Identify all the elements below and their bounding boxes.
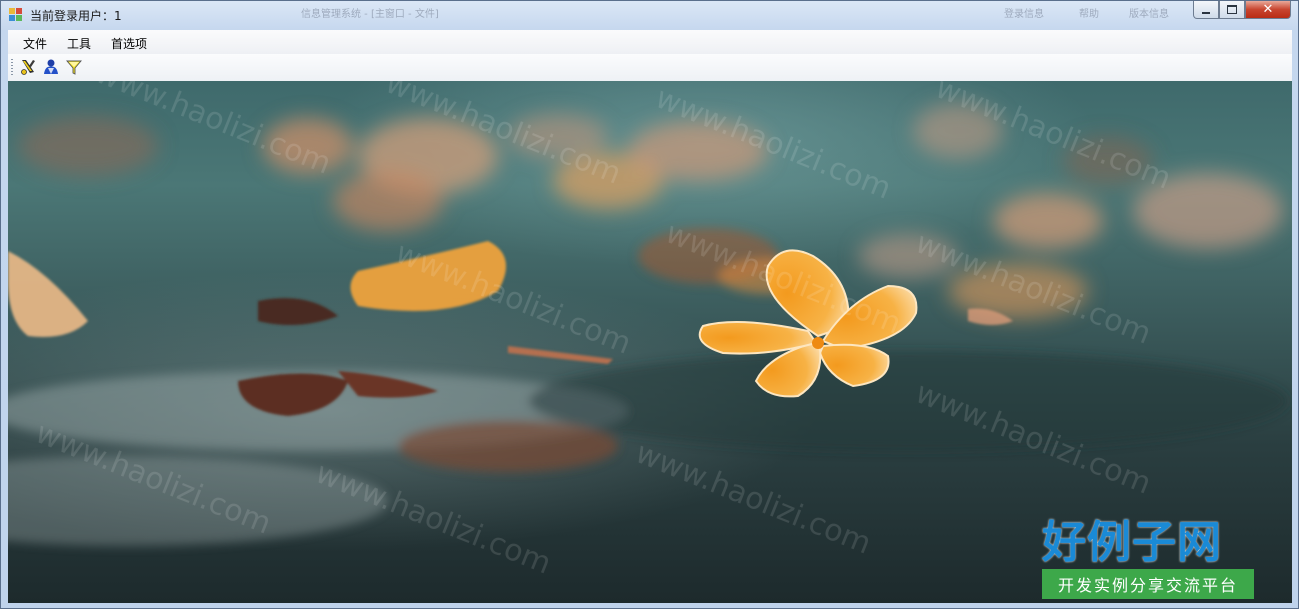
menu-file[interactable]: 文件 — [23, 35, 47, 52]
window-title-ghost: 信息管理系统 - [主窗口 - 文件] — [301, 9, 439, 20]
toolbar — [8, 54, 1292, 82]
main-window: 当前登录用户：1 信息管理系统 - [主窗口 - 文件] 登录信息 帮助 版本信… — [0, 0, 1299, 609]
menu-tools[interactable]: 工具 — [67, 35, 91, 52]
maximize-icon — [1227, 5, 1237, 14]
window-title: 当前登录用户：1 — [30, 9, 122, 23]
brand-title: 好例子网 — [1042, 517, 1222, 568]
minimize-icon — [1202, 11, 1210, 14]
tools-icon — [21, 60, 35, 75]
window-title-ghost: 版本信息 — [1129, 9, 1169, 20]
toolbar-button-user[interactable] — [41, 57, 61, 77]
brand-subtitle: 开发实例分享交流平台 — [1042, 569, 1254, 599]
blurred-ground — [8, 228, 1288, 546]
close-button[interactable]: ✕ — [1245, 1, 1291, 19]
close-icon: ✕ — [1262, 2, 1274, 17]
toolbar-button-tools[interactable] — [18, 57, 38, 77]
minimize-button[interactable] — [1193, 1, 1219, 19]
toolbar-button-filter[interactable] — [64, 57, 84, 77]
menu-bar: 文件 工具 首选项 — [8, 30, 1292, 54]
client-area: 文件 工具 首选项 www.haolizi.com www.haolizi.co… — [8, 30, 1292, 603]
funnel-icon — [66, 60, 82, 75]
title-bar[interactable]: 当前登录用户：1 信息管理系统 - [主窗口 - 文件] 登录信息 帮助 版本信… — [1, 1, 1298, 29]
app-icon[interactable] — [9, 8, 23, 22]
window-title-ghost: 帮助 — [1079, 9, 1099, 20]
toolbar-grip[interactable] — [11, 59, 13, 75]
maximize-button[interactable] — [1219, 1, 1245, 19]
caption-buttons: ✕ — [1193, 1, 1291, 21]
user-icon — [44, 59, 58, 74]
brand-logo: 好例子网 开发实例分享交流平台 — [1042, 517, 1254, 599]
blurred-petals-back — [18, 103, 1283, 319]
window-title-ghost: 登录信息 — [1004, 9, 1044, 20]
menu-preferences[interactable]: 首选项 — [111, 35, 147, 52]
background-picture: www.haolizi.com www.haolizi.com www.haol… — [8, 81, 1292, 603]
